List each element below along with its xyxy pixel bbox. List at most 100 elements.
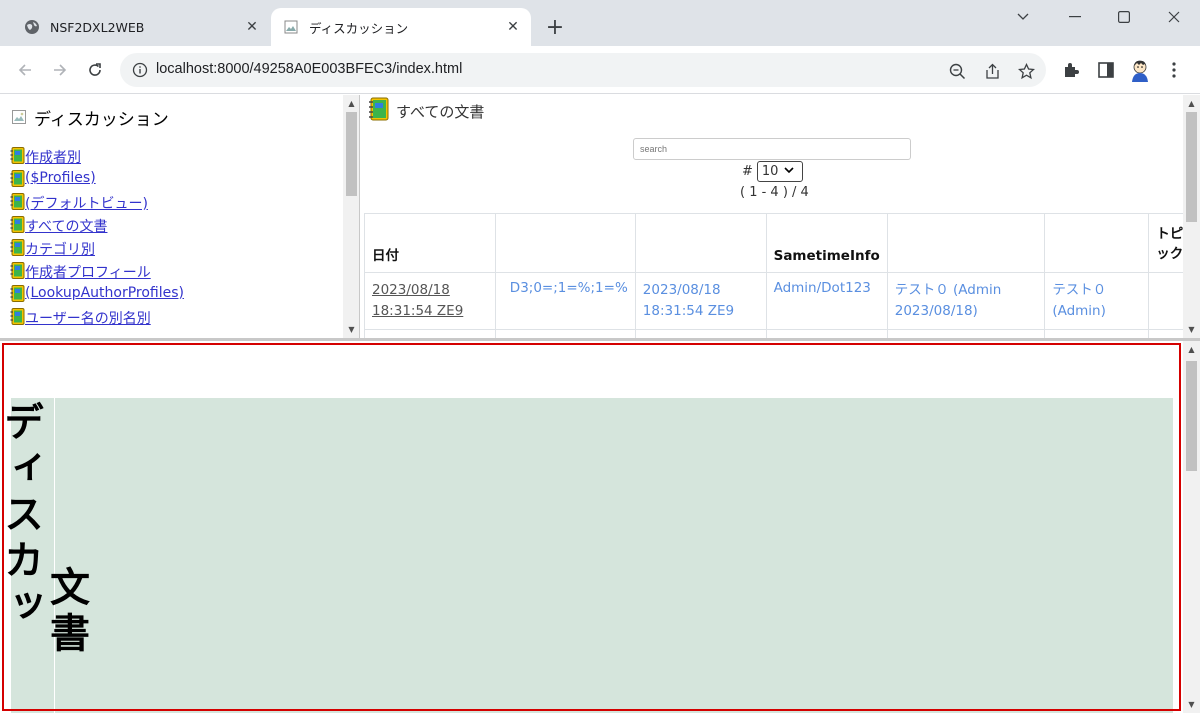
notebook-icon <box>10 285 25 302</box>
result-range: ( 1 - 4 ) / 4 <box>740 185 809 200</box>
tab-search-icon[interactable] <box>1008 6 1038 28</box>
new-tab-button[interactable]: + <box>544 15 566 40</box>
view-title: すべての文書 <box>396 102 485 121</box>
browser-toolbar: localhost:8000/49258A0E003BFEC3/index.ht… <box>0 46 1200 94</box>
view-link[interactable]: ユーザー名の別名別 <box>25 308 151 328</box>
notebook-icon <box>10 216 25 233</box>
column-header[interactable]: SametimeInfo <box>765 213 888 273</box>
table-row[interactable] <box>364 329 1200 338</box>
extensions-icon[interactable] <box>1059 58 1083 82</box>
table-cell <box>765 329 888 338</box>
view-link[interactable]: カテゴリ別 <box>25 239 95 259</box>
scrollbar-thumb[interactable] <box>1186 361 1197 471</box>
table-row[interactable]: 2023/08/18 18:31:54 ZE9 D3;0=;1=%;1=% 20… <box>364 272 1200 330</box>
table-cell[interactable]: 2023/08/18 18:31:54 ZE9 <box>364 272 496 330</box>
globe-icon <box>24 19 40 35</box>
zoom-icon[interactable] <box>947 61 967 81</box>
document-link[interactable]: 2023/08/18 18:31:54 ZE9 <box>372 280 488 322</box>
view-link[interactable]: 作成者別 <box>25 147 81 167</box>
table-cell <box>1044 329 1150 338</box>
view-link[interactable]: (デフォルトビュー) <box>25 193 148 213</box>
document-frame: ディスカッ 文書 ▲ ▼ <box>0 341 1200 713</box>
tab-nsf2dxl2web[interactable]: NSF2DXL2WEB ✕ <box>12 8 270 46</box>
highlight-frame-border <box>2 343 1181 711</box>
url-text: localhost:8000/49258A0E003BFEC3/index.ht… <box>156 61 463 77</box>
column-header[interactable] <box>1044 213 1150 273</box>
notebook-icon <box>10 147 25 164</box>
tab-title: NSF2DXL2WEB <box>50 19 145 35</box>
view-link[interactable]: 作成者プロフィール <box>25 262 151 282</box>
scrollbar-thumb[interactable] <box>1186 112 1197 222</box>
view-list-item[interactable]: すべての文書 <box>10 216 184 239</box>
table-cell <box>886 329 1046 338</box>
scroll-up-arrow-icon[interactable]: ▲ <box>1183 341 1200 358</box>
view-list-item[interactable]: 作成者別 <box>10 147 184 170</box>
view-list-item[interactable]: (LookupAuthorProfiles) <box>10 285 184 308</box>
table-cell: テスト０ (Admin) <box>1044 272 1150 330</box>
bottom-frame-scrollbar[interactable]: ▲ ▼ <box>1183 341 1200 713</box>
view-list-item[interactable]: (デフォルトビュー) <box>10 193 184 216</box>
table-cell: Admin/Dot123 <box>765 272 888 330</box>
side-panel-icon[interactable] <box>1094 58 1118 82</box>
view-list-item[interactable]: 作成者プロフィール <box>10 262 184 285</box>
navigation-frame: ディスカッション 作成者別 ($Profiles) (デフォルトビュー) すべての文書… <box>0 95 360 338</box>
forward-arrow-icon[interactable] <box>48 58 72 82</box>
view-list: 作成者別 ($Profiles) (デフォルトビュー) すべての文書 カテゴリ別作成者プ… <box>10 147 184 331</box>
profile-avatar[interactable] <box>1128 58 1152 82</box>
notebook-icon <box>10 170 25 187</box>
view-link[interactable]: (LookupAuthorProfiles) <box>25 285 184 301</box>
view-list-item[interactable]: ($Profiles) <box>10 170 184 193</box>
right-frame-scrollbar[interactable]: ▲ ▼ <box>1183 95 1200 338</box>
table-cell <box>634 329 767 338</box>
share-icon[interactable] <box>982 61 1002 81</box>
scroll-down-arrow-icon[interactable]: ▼ <box>343 321 359 338</box>
close-window-button[interactable] <box>1159 6 1189 28</box>
column-header[interactable] <box>634 213 767 273</box>
column-header[interactable] <box>886 213 1046 273</box>
scroll-down-arrow-icon[interactable]: ▼ <box>1183 321 1200 338</box>
maximize-button[interactable] <box>1109 6 1139 28</box>
notebook-icon <box>10 262 25 279</box>
notebook-icon <box>10 239 25 256</box>
view-list-item[interactable]: カテゴリ別 <box>10 239 184 262</box>
column-header[interactable] <box>494 213 636 273</box>
bookmark-star-icon[interactable] <box>1016 61 1036 81</box>
page-size-value: 10 <box>761 164 779 179</box>
table-cell: D3;0=;1=%;1=% <box>494 272 636 330</box>
scroll-up-arrow-icon[interactable]: ▲ <box>1183 95 1200 112</box>
scroll-up-arrow-icon[interactable]: ▲ <box>343 95 359 112</box>
view-link[interactable]: すべての文書 <box>25 216 107 236</box>
table-cell: 2023/08/18 18:31:54 ZE9 <box>634 272 767 330</box>
column-header[interactable]: 日付 <box>364 213 496 273</box>
left-frame-scrollbar[interactable]: ▲ ▼ <box>343 95 359 338</box>
scrollbar-thumb[interactable] <box>346 112 357 196</box>
table-cell <box>364 329 496 338</box>
tab-title: ディスカッション <box>309 20 409 36</box>
search-input[interactable]: search <box>633 138 911 160</box>
tab-strip: NSF2DXL2WEB ✕ ディスカッション ✕ + <box>0 0 1200 46</box>
broken-image-icon <box>12 109 28 126</box>
page-size-label: # <box>742 164 753 179</box>
notebook-icon <box>368 97 390 125</box>
minimize-button[interactable] <box>1060 6 1090 28</box>
table-cell: テスト０ (Admin 2023/08/18) <box>886 272 1046 330</box>
address-bar[interactable]: localhost:8000/49258A0E003BFEC3/index.ht… <box>120 53 1046 87</box>
table-header-row: 日付 SametimeInfo トピック <box>364 213 1200 273</box>
close-tab-icon[interactable]: ✕ <box>503 17 523 37</box>
view-link[interactable]: ($Profiles) <box>25 170 96 186</box>
tab-discussion[interactable]: ディスカッション ✕ <box>271 8 531 46</box>
reload-icon[interactable] <box>83 58 107 82</box>
view-header: すべての文書 <box>368 97 484 125</box>
back-arrow-icon[interactable] <box>13 58 37 82</box>
page-size-select[interactable]: 10 <box>756 161 803 182</box>
more-menu-icon[interactable] <box>1162 58 1186 82</box>
image-icon <box>283 19 299 35</box>
info-icon[interactable] <box>132 62 148 78</box>
view-frame: すべての文書 search # 10 ( 1 - 4 ) / 4 日付 Same… <box>362 95 1200 338</box>
notebook-icon <box>10 308 25 325</box>
scroll-down-arrow-icon[interactable]: ▼ <box>1183 696 1200 713</box>
document-table: 日付 SametimeInfo トピック 2023/08/18 18:31:54… <box>364 213 1200 338</box>
database-title-text: ディスカッション <box>34 110 169 130</box>
close-tab-icon[interactable]: ✕ <box>242 17 262 37</box>
view-list-item[interactable]: ユーザー名の別名別 <box>10 308 184 331</box>
